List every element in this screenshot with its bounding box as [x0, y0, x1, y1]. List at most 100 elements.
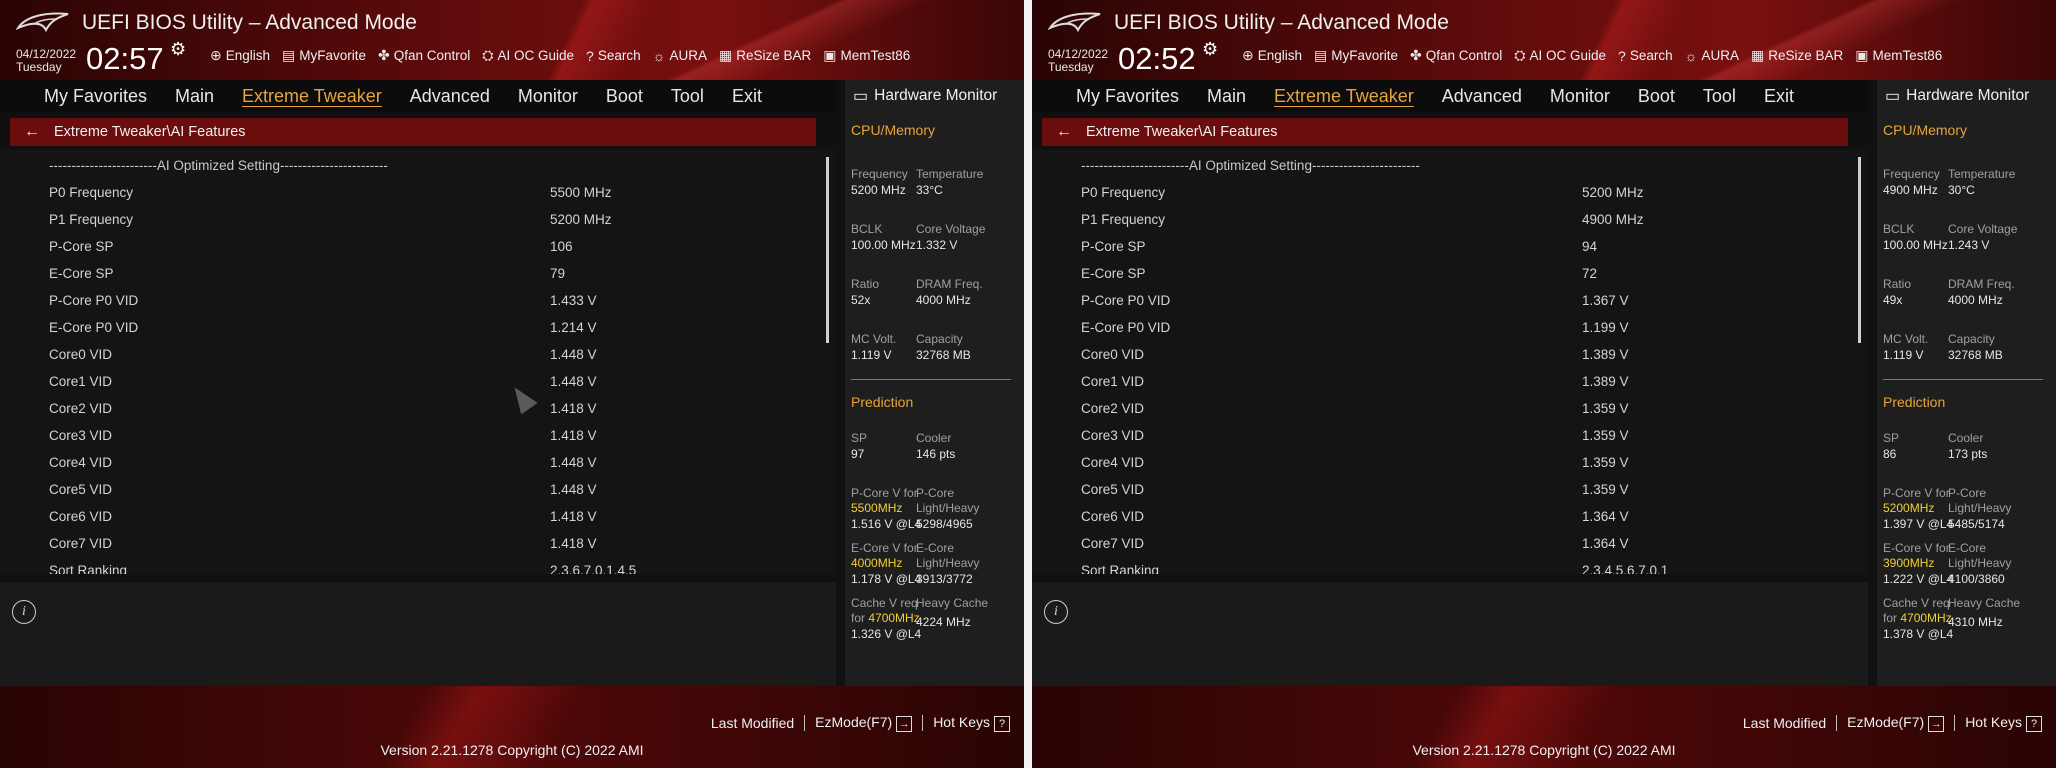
gear-icon[interactable]: ⚙ [1202, 39, 1218, 60]
version-text: Version 2.21.1278 Copyright (C) 2022 AMI [1412, 742, 1676, 758]
tab-main[interactable]: Main [1193, 86, 1260, 107]
ai-oc-guide-button[interactable]: ⛭ AI OC Guide [482, 47, 574, 64]
ezmode-button[interactable]: EzMode(F7) → [815, 714, 913, 732]
favorite-icon: ▤ [282, 47, 296, 63]
back-arrow-icon[interactable]: ← [24, 123, 40, 141]
tab-my-favorites[interactable]: My Favorites [1032, 86, 1193, 107]
setting-row[interactable]: P1 Frequency 5200 MHz [49, 212, 809, 232]
ai-oc-guide-button[interactable]: ⛭ AI OC Guide [1514, 47, 1606, 64]
ezmode-button[interactable]: EzMode(F7) → [1847, 714, 1945, 732]
memtest86-button[interactable]: ▣ MemTest86 [823, 47, 910, 64]
aura-button[interactable]: ☼ AURA [653, 47, 707, 64]
setting-row[interactable]: Core6 VID 1.364 V [1081, 509, 1841, 529]
dram-freq-label: DRAM Freq. [1948, 277, 2015, 291]
myfavorite-button[interactable]: ▤ MyFavorite [1314, 47, 1398, 64]
hot-keys-button[interactable]: Hot Keys? [1965, 714, 2042, 732]
memtest86-button[interactable]: ▣ MemTest86 [1855, 47, 1942, 64]
bclk-value: 100.00 MHz [851, 238, 916, 252]
setting-row[interactable]: P0 Frequency 5200 MHz [1081, 185, 1841, 205]
tab-tool[interactable]: Tool [1689, 86, 1750, 107]
setting-row[interactable]: Sort Ranking 2.3.4.5.6.7.0.1 [1081, 563, 1841, 574]
search-button[interactable]: ? Search [586, 47, 641, 64]
tab-tool[interactable]: Tool [657, 86, 718, 107]
tab-advanced[interactable]: Advanced [396, 86, 504, 107]
aura-button[interactable]: ☼ AURA [1685, 47, 1739, 64]
globe-icon: ⊕ [210, 47, 222, 63]
tab-exit[interactable]: Exit [718, 86, 776, 107]
qfan-control-button[interactable]: ✤ Qfan Control [378, 47, 470, 64]
resize-bar-button[interactable]: ▦ ReSize BAR [1751, 47, 1843, 64]
setting-row[interactable]: Core6 VID 1.418 V [49, 509, 809, 529]
search-button[interactable]: ? Search [1618, 47, 1673, 64]
last-modified-button[interactable]: Last Modified [1743, 715, 1826, 731]
tab-main[interactable]: Main [161, 86, 228, 107]
hot-keys-button[interactable]: Hot Keys? [933, 714, 1010, 732]
setting-row[interactable]: Core2 VID 1.359 V [1081, 401, 1841, 421]
search-icon: ? [586, 47, 594, 64]
breadcrumb[interactable]: ← Extreme Tweaker\AI Features [10, 118, 816, 146]
setting-row[interactable]: Core5 VID 1.448 V [49, 482, 809, 502]
setting-row[interactable]: P-Core P0 VID 1.433 V [49, 293, 809, 313]
setting-row[interactable]: Core2 VID 1.418 V [49, 401, 809, 421]
setting-row[interactable]: P0 Frequency 5500 MHz [49, 185, 809, 205]
clock: 02:52 [1118, 41, 1196, 76]
setting-row[interactable]: Core4 VID 1.359 V [1081, 455, 1841, 475]
scrollbar[interactable] [1858, 157, 1861, 343]
frequency-label: Frequency [1883, 167, 1940, 181]
setting-row[interactable]: Core7 VID 1.364 V [1081, 536, 1841, 556]
last-modified-button[interactable]: Last Modified [711, 715, 794, 731]
setting-label: Core6 VID [49, 509, 113, 524]
tab-boot[interactable]: Boot [592, 86, 657, 107]
setting-label: P0 Frequency [1081, 185, 1166, 200]
setting-row[interactable]: Core1 VID 1.389 V [1081, 374, 1841, 394]
pcore-v-value: 1.397 V @L4 [1883, 517, 1954, 531]
tab-monitor[interactable]: Monitor [1536, 86, 1624, 107]
setting-row[interactable]: E-Core SP 72 [1081, 266, 1841, 286]
setting-row[interactable]: Core7 VID 1.418 V [49, 536, 809, 556]
breadcrumb[interactable]: ← Extreme Tweaker\AI Features [1042, 118, 1848, 146]
pcore-lh-label-2: Light/Heavy [1948, 501, 2012, 515]
setting-row[interactable]: E-Core SP 79 [49, 266, 809, 286]
app-title: UEFI BIOS Utility – Advanced Mode [82, 11, 417, 34]
tab-my-favorites[interactable]: My Favorites [0, 86, 161, 107]
setting-row[interactable]: E-Core P0 VID 1.214 V [49, 320, 809, 340]
setting-row[interactable]: Core3 VID 1.418 V [49, 428, 809, 448]
tab-exit[interactable]: Exit [1750, 86, 1808, 107]
tab-extreme-tweaker[interactable]: Extreme Tweaker [1260, 86, 1428, 107]
setting-label: Core3 VID [49, 428, 113, 443]
scrollbar[interactable] [826, 157, 829, 343]
setting-row[interactable]: Core4 VID 1.448 V [49, 455, 809, 475]
tab-monitor[interactable]: Monitor [504, 86, 592, 107]
tab-advanced[interactable]: Advanced [1428, 86, 1536, 107]
tab-extreme-tweaker[interactable]: Extreme Tweaker [228, 86, 396, 107]
setting-row[interactable]: P-Core P0 VID 1.367 V [1081, 293, 1841, 313]
ratio-label: Ratio [851, 277, 880, 291]
resize-bar-button[interactable]: ▦ ReSize BAR [719, 47, 811, 64]
setting-row[interactable]: E-Core P0 VID 1.199 V [1081, 320, 1841, 340]
setting-value: 1.364 V [1582, 509, 1629, 524]
setting-row[interactable]: Core0 VID 1.389 V [1081, 347, 1841, 367]
setting-row[interactable]: Core0 VID 1.448 V [49, 347, 809, 367]
setting-label: Core7 VID [49, 536, 113, 551]
back-arrow-icon[interactable]: ← [1056, 123, 1072, 141]
setting-value: 5200 MHz [1582, 185, 1644, 200]
setting-row[interactable]: Core1 VID 1.448 V [49, 374, 809, 394]
setting-label: Core5 VID [49, 482, 113, 497]
setting-row[interactable]: Core5 VID 1.359 V [1081, 482, 1841, 502]
setting-row[interactable]: P-Core SP 94 [1081, 239, 1841, 259]
myfavorite-button[interactable]: ▤ MyFavorite [282, 47, 366, 64]
gear-icon[interactable]: ⚙ [170, 39, 186, 60]
hardware-monitor: ▭ Hardware Monitor CPU/Memory Frequency … [1877, 80, 2056, 686]
setting-row[interactable]: Sort Ranking 2.3.6.7.0.1.4.5 [49, 563, 809, 574]
setting-label: Core0 VID [49, 347, 113, 362]
setting-value: 1.359 V [1582, 482, 1629, 497]
language-button[interactable]: ⊕ English [210, 47, 270, 64]
setting-row[interactable]: Core3 VID 1.359 V [1081, 428, 1841, 448]
qfan-control-button[interactable]: ✤ Qfan Control [1410, 47, 1502, 64]
setting-label: P1 Frequency [49, 212, 134, 227]
ecore-v-freq-text: 3900MHz [1883, 556, 1935, 570]
setting-row[interactable]: P1 Frequency 4900 MHz [1081, 212, 1841, 232]
tab-boot[interactable]: Boot [1624, 86, 1689, 107]
language-button[interactable]: ⊕ English [1242, 47, 1302, 64]
setting-row[interactable]: P-Core SP 106 [49, 239, 809, 259]
